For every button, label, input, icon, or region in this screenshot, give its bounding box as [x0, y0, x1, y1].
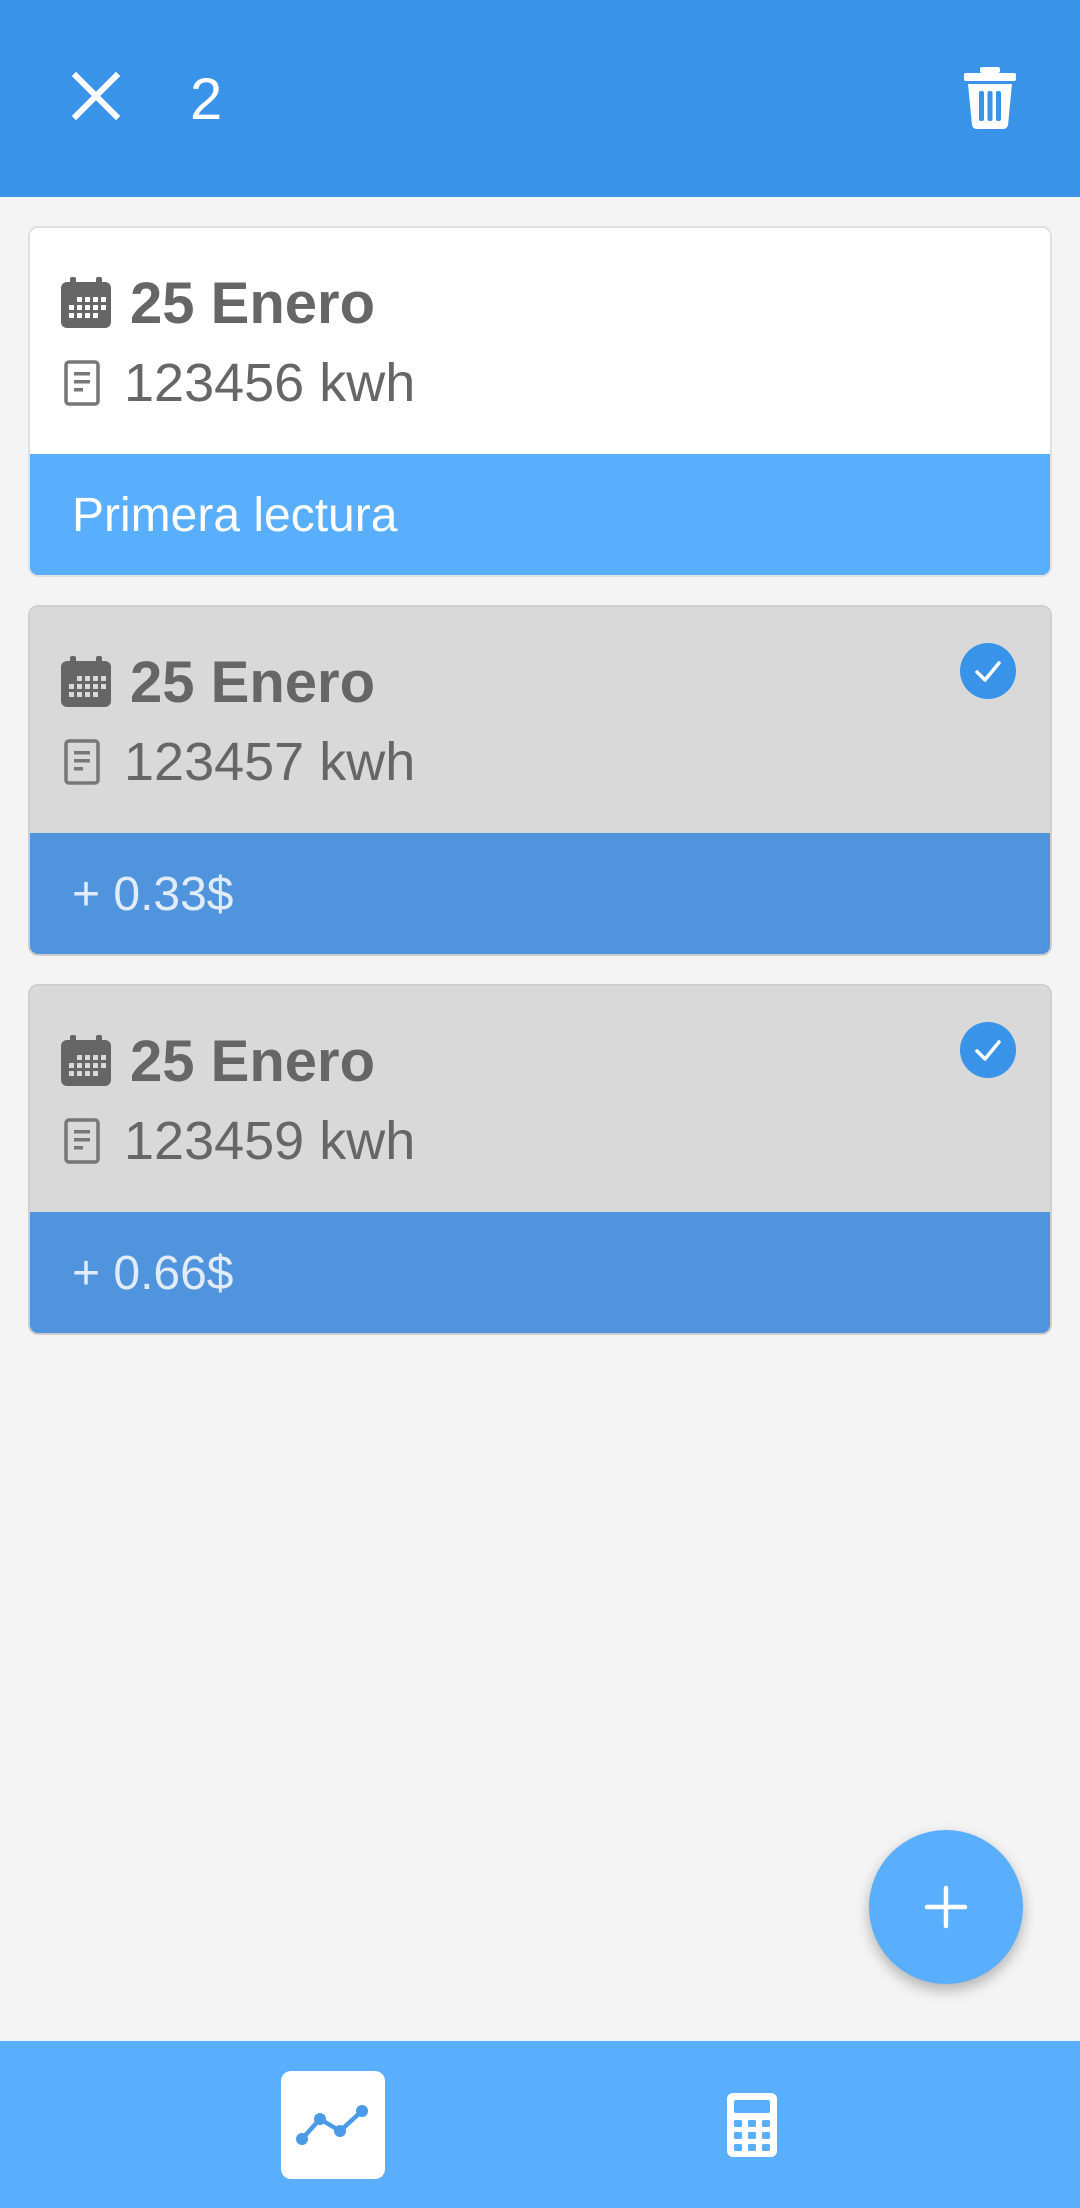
reading-card-body: 25 Enero 123459 kwh [30, 986, 1050, 1212]
calendar-icon [61, 277, 111, 328]
reading-date: 25 Enero [130, 1028, 375, 1094]
calendar-icon [61, 1035, 111, 1086]
meter-document-icon [64, 739, 100, 785]
readings-list: 25 Enero 123456 kwh Primera lectura 25 E… [28, 226, 1052, 1363]
reading-date-row: 25 Enero [60, 647, 375, 717]
selected-check[interactable] [960, 643, 1016, 699]
delete-button[interactable] [950, 56, 1030, 140]
meter-document-icon [64, 1118, 100, 1164]
check-icon [975, 1040, 1001, 1061]
close-icon [71, 71, 121, 121]
reading-date-row: 25 Enero [60, 1026, 375, 1096]
add-reading-button[interactable] [869, 1830, 1023, 1984]
reading-value-row: 123459 kwh [64, 1106, 415, 1176]
reading-date: 25 Enero [130, 270, 375, 336]
reading-card[interactable]: 25 Enero 123456 kwh Primera lectura [28, 226, 1052, 577]
top-app-bar: 2 [0, 0, 1080, 197]
calendar-icon [61, 656, 111, 707]
plus-icon [924, 1885, 968, 1929]
meter-document-icon [64, 360, 100, 406]
reading-card[interactable]: 25 Enero 123457 kwh + 0.33$ [28, 605, 1052, 956]
reading-card-body: 25 Enero 123456 kwh [30, 228, 1050, 454]
reading-date-row: 25 Enero [60, 268, 375, 338]
reading-footer: + 0.33$ [30, 833, 1050, 954]
check-icon [975, 661, 1001, 682]
reading-footer: + 0.66$ [30, 1212, 1050, 1333]
calculator-icon [727, 2093, 777, 2157]
bottom-navigation [0, 2041, 1080, 2208]
line-chart-icon [296, 2105, 368, 2145]
nav-readings-chart[interactable] [281, 2071, 385, 2179]
reading-date: 25 Enero [130, 649, 375, 715]
reading-footer: Primera lectura [30, 454, 1050, 575]
selected-check[interactable] [960, 1022, 1016, 1078]
close-selection-button[interactable] [58, 58, 134, 134]
reading-card[interactable]: 25 Enero 123459 kwh + 0.66$ [28, 984, 1052, 1335]
reading-card-body: 25 Enero 123457 kwh [30, 607, 1050, 833]
reading-value: 123457 kwh [124, 732, 416, 792]
reading-value: 123459 kwh [124, 1111, 416, 1171]
nav-calculator[interactable] [700, 2071, 804, 2179]
trash-icon [964, 67, 1016, 129]
reading-value: 123456 kwh [124, 353, 416, 413]
reading-value-row: 123456 kwh [64, 348, 415, 418]
reading-value-row: 123457 kwh [64, 727, 415, 797]
selected-count: 2 [190, 67, 223, 132]
